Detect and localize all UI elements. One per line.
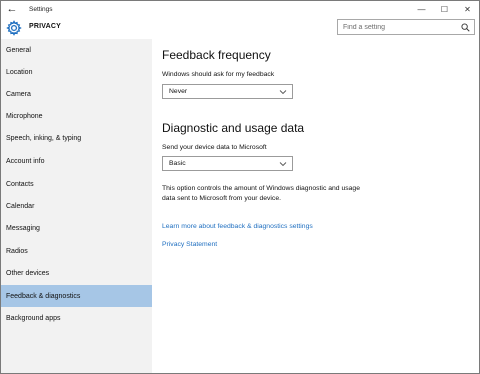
sidebar-item-location[interactable]: Location xyxy=(1,61,152,83)
sidebar-item-microphone[interactable]: Microphone xyxy=(1,105,152,127)
feedback-frequency-heading: Feedback frequency xyxy=(162,48,271,62)
back-button[interactable]: ← xyxy=(1,1,23,17)
sidebar-item-radios[interactable]: Radios xyxy=(1,240,152,262)
search-icon[interactable] xyxy=(461,23,470,32)
page-title: PRIVACY xyxy=(29,23,61,30)
close-icon: ✕ xyxy=(464,4,471,14)
sidebar-item-feedback-diagnostics[interactable]: Feedback & diagnostics xyxy=(1,285,152,307)
search-input[interactable] xyxy=(338,20,458,34)
sidebar-item-label: Speech, inking, & typing xyxy=(6,134,82,142)
feedback-frequency-label: Windows should ask for my feedback xyxy=(162,71,275,78)
sidebar-item-account-info[interactable]: Account info xyxy=(1,150,152,172)
minimize-button[interactable]: — xyxy=(410,1,433,17)
sidebar-item-label: Account info xyxy=(6,157,45,165)
sidebar-item-camera[interactable]: Camera xyxy=(1,83,152,105)
sidebar-item-calendar[interactable]: Calendar xyxy=(1,195,152,217)
window-title: Settings xyxy=(29,5,53,13)
main-content: Feedback frequency Windows should ask fo… xyxy=(152,39,479,373)
sidebar-item-label: Contacts xyxy=(6,180,34,188)
sidebar-item-label: Feedback & diagnostics xyxy=(6,292,81,300)
dropdown-value: Basic xyxy=(169,160,186,167)
chevron-down-icon xyxy=(279,90,287,95)
learn-more-link[interactable]: Learn more about feedback & diagnostics … xyxy=(162,223,313,230)
sidebar-item-label: Background apps xyxy=(6,314,61,322)
settings-window: ← Settings — ☐ ✕ PRIVACY Find a setting … xyxy=(0,0,480,374)
back-arrow-icon: ← xyxy=(6,3,18,15)
sidebar-item-label: Location xyxy=(6,68,33,76)
sidebar-item-label: General xyxy=(6,46,31,54)
diagnostic-usage-label: Send your device data to Microsoft xyxy=(162,144,267,151)
diagnostic-data-dropdown[interactable]: Basic xyxy=(162,156,293,171)
privacy-statement-link[interactable]: Privacy Statement xyxy=(162,241,217,248)
maximize-icon: ☐ xyxy=(440,4,449,14)
sidebar-item-messaging[interactable]: Messaging xyxy=(1,217,152,239)
title-bar: ← Settings — ☐ ✕ xyxy=(1,1,479,17)
sidebar-item-contacts[interactable]: Contacts xyxy=(1,173,152,195)
maximize-button[interactable]: ☐ xyxy=(433,1,456,17)
description-line: This option controls the amount of Windo… xyxy=(162,185,360,192)
page-header: PRIVACY xyxy=(1,17,479,39)
diagnostic-description: This option controls the amount of Windo… xyxy=(162,184,432,204)
diagnostic-usage-heading: Diagnostic and usage data xyxy=(162,121,305,135)
sidebar-item-label: Other devices xyxy=(6,269,50,277)
dropdown-value: Never xyxy=(169,88,188,95)
sidebar-item-background-apps[interactable]: Background apps xyxy=(1,307,152,329)
description-line: data sent to Microsoft from your device. xyxy=(162,195,281,202)
sidebar-item-other-devices[interactable]: Other devices xyxy=(1,262,152,284)
sidebar: General Location Camera Microphone Speec… xyxy=(1,39,152,373)
chevron-down-icon xyxy=(279,162,287,167)
window-controls: — ☐ ✕ xyxy=(410,1,479,17)
sidebar-item-speech[interactable]: Speech, inking, & typing xyxy=(1,127,152,149)
sidebar-item-label: Calendar xyxy=(6,202,35,210)
sidebar-item-label: Camera xyxy=(6,90,31,98)
minimize-icon: — xyxy=(417,4,426,14)
search-box[interactable] xyxy=(337,19,475,35)
gear-icon xyxy=(6,20,22,36)
sidebar-item-label: Microphone xyxy=(6,112,43,120)
feedback-frequency-dropdown[interactable]: Never xyxy=(162,84,293,99)
sidebar-item-label: Radios xyxy=(6,247,28,255)
sidebar-item-general[interactable]: General xyxy=(1,39,152,61)
sidebar-item-label: Messaging xyxy=(6,224,40,232)
close-button[interactable]: ✕ xyxy=(456,1,479,17)
